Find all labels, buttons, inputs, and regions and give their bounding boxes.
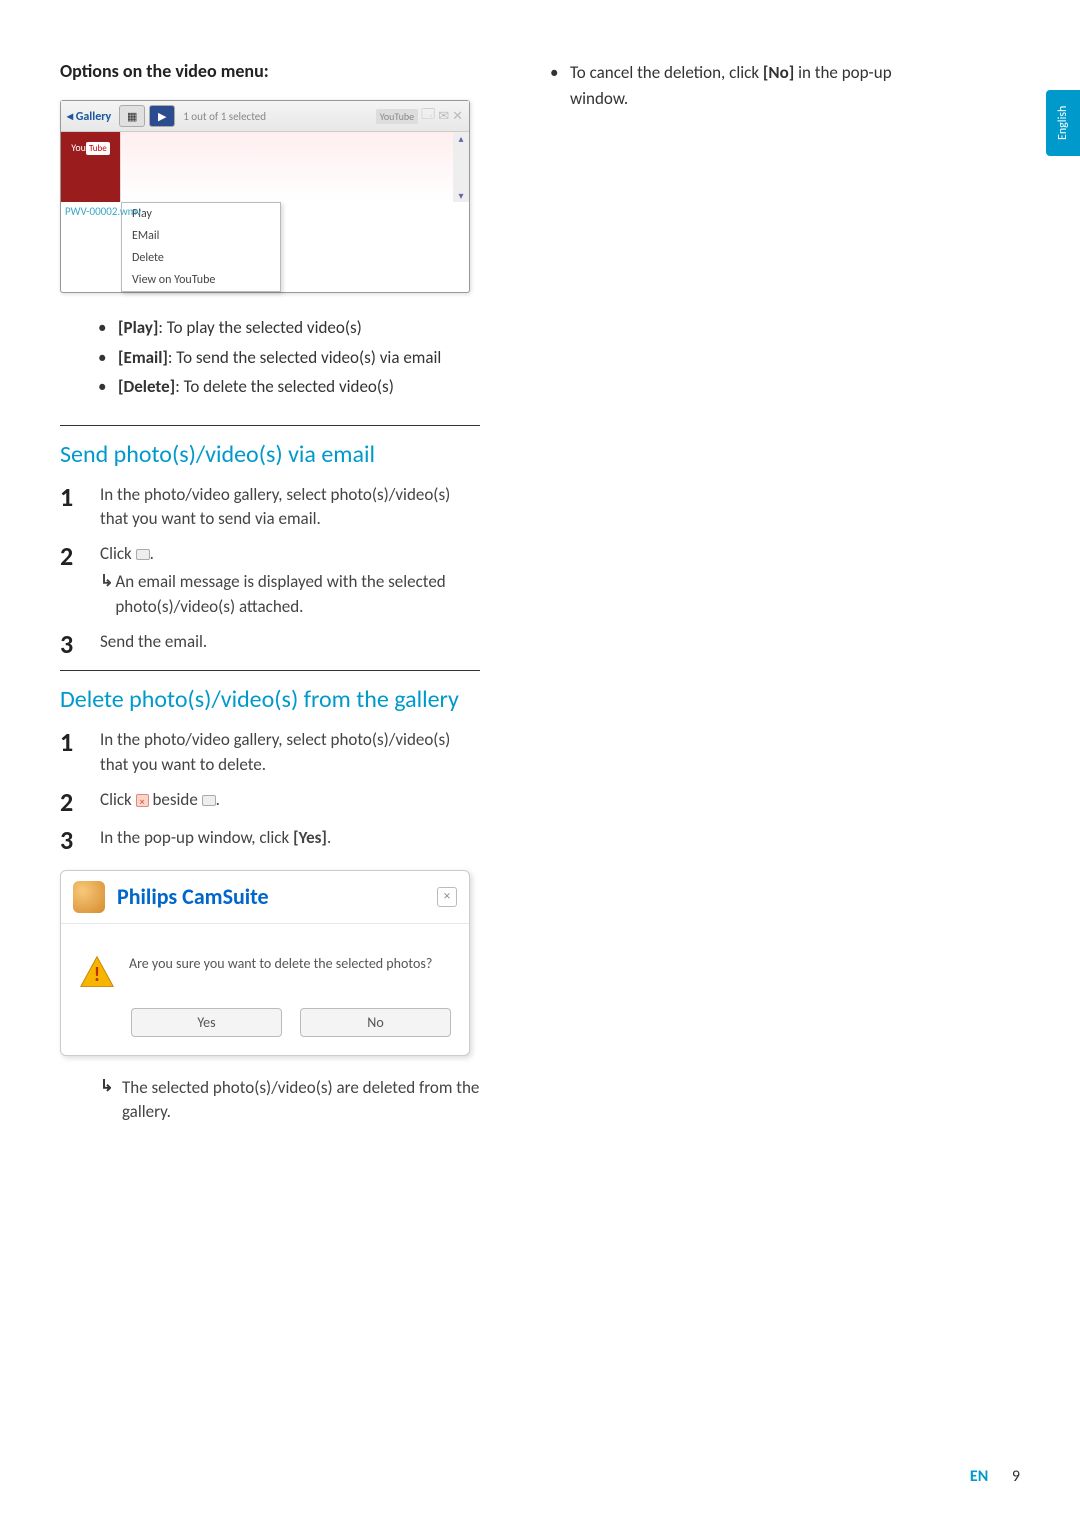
selection-count: 1 out of 1 selected <box>183 110 266 123</box>
email-icon[interactable]: ✉ <box>438 109 449 124</box>
video-menu-screenshot: ◂ Gallery ▦ ▶ 1 out of 1 selected YouTub… <box>60 100 470 293</box>
step-number: 2 <box>60 542 100 620</box>
result-text: The selected photo(s)/video(s) are delet… <box>122 1076 480 1125</box>
save-icon[interactable]: 🗔 <box>421 105 435 127</box>
result-arrow-icon: ↳ <box>100 570 115 619</box>
language-tab: English <box>1046 90 1080 156</box>
close-icon[interactable]: × <box>437 887 457 907</box>
email-icon <box>136 549 150 560</box>
delete-section-title: Delete photo(s)/video(s) from the galler… <box>60 685 480 714</box>
photo-tab-icon[interactable]: ▦ <box>119 105 145 127</box>
scrollbar[interactable]: ▴▾ <box>453 132 469 202</box>
camsuite-logo-icon <box>73 881 105 913</box>
divider <box>60 425 480 426</box>
youtube-icon[interactable]: YouTube <box>376 109 418 124</box>
step-number: 1 <box>60 728 100 777</box>
context-menu: Play EMail Delete View on YouTube <box>121 202 281 292</box>
divider <box>60 670 480 671</box>
step-number: 3 <box>60 826 100 855</box>
menu-delete[interactable]: Delete <box>122 247 280 269</box>
menu-youtube[interactable]: View on YouTube <box>122 269 280 291</box>
result-arrow-icon: ↳ <box>100 1076 122 1125</box>
step-body: In the photo/video gallery, select photo… <box>100 483 480 532</box>
confirm-dialog: Philips CamSuite × ! Are you sure you wa… <box>60 870 470 1056</box>
svg-text:!: ! <box>94 963 100 987</box>
menu-play[interactable]: Play <box>122 203 280 225</box>
video-thumbnail[interactable]: YouTube PWV-00002.wmv <box>61 132 121 202</box>
menu-email[interactable]: EMail <box>122 225 280 247</box>
x-icon: × <box>136 794 149 807</box>
delete-icon[interactable]: ✕ <box>452 109 463 124</box>
email-section-title: Send photo(s)/video(s) via email <box>60 440 480 469</box>
step-body: Send the email. <box>100 630 480 659</box>
footer-page: 9 <box>1012 1467 1020 1486</box>
step-body: Click × beside . <box>100 788 480 817</box>
dialog-message: Are you sure you want to delete the sele… <box>129 954 432 974</box>
step-body: Click . ↳ An email message is displayed … <box>100 542 480 620</box>
options-list: [Play]: To play the selected video(s) [E… <box>118 315 480 400</box>
result-text: An email message is displayed with the s… <box>115 570 480 619</box>
page-footer: EN 9 <box>970 1467 1020 1486</box>
cancel-note: To cancel the deletion, click [No] in th… <box>570 60 950 111</box>
step-number: 1 <box>60 483 100 532</box>
options-heading: Options on the video menu: <box>60 60 480 82</box>
gallery-back-button[interactable]: ◂ Gallery <box>67 109 111 124</box>
step-body: In the photo/video gallery, select photo… <box>100 728 480 777</box>
footer-lang: EN <box>970 1467 988 1486</box>
step-number: 3 <box>60 630 100 659</box>
video-filename: PWV-00002.wmv <box>65 205 141 218</box>
dialog-title: Philips CamSuite <box>117 883 269 910</box>
step-number: 2 <box>60 788 100 817</box>
no-button[interactable]: No <box>300 1008 451 1037</box>
video-tab-icon[interactable]: ▶ <box>149 105 175 127</box>
step-body: In the pop-up window, click [Yes]. <box>100 826 480 855</box>
email-icon <box>202 795 216 806</box>
yes-button[interactable]: Yes <box>131 1008 282 1037</box>
warning-icon: ! <box>79 954 115 990</box>
